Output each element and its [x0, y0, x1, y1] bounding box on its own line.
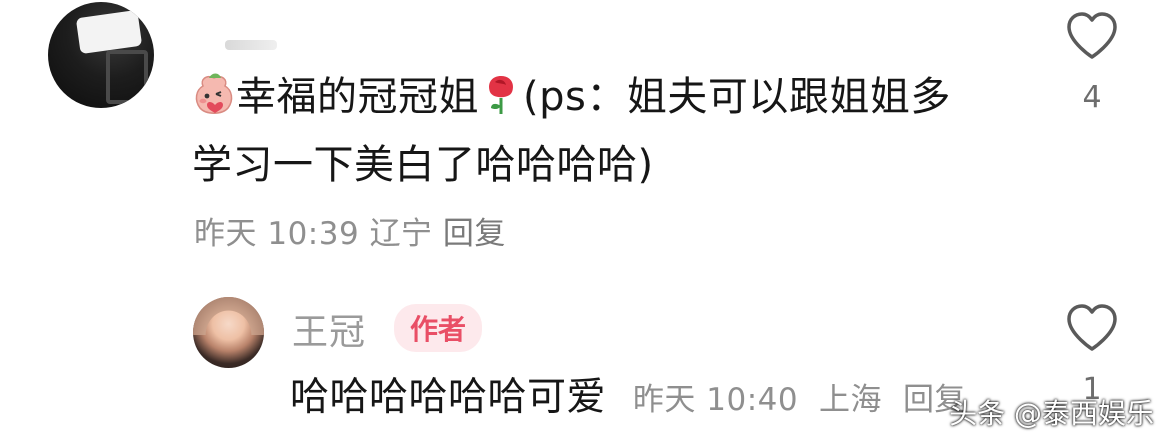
comment-like-heart-icon[interactable] [1065, 11, 1119, 61]
comment-meta: 昨天 10:39 辽宁 回复 [194, 208, 506, 253]
commenter-name-blurred [225, 40, 277, 50]
watermark: 头条 @泰西娱乐 [949, 397, 1154, 430]
comment-time: 昨天 10:39 [194, 216, 360, 252]
reply-author-name[interactable]: 王冠 [292, 303, 366, 355]
reply-location: 上海 [819, 382, 883, 418]
comment-location: 辽宁 [369, 216, 433, 252]
reply-text: 哈哈哈哈哈哈可爱 [290, 375, 607, 420]
comment-text-line2: 学习一下美白了哈哈哈哈) [192, 142, 654, 188]
reply-author-avatar[interactable] [193, 297, 264, 368]
commenter-avatar[interactable] [48, 2, 154, 108]
comment-reply-button[interactable]: 回复 [443, 216, 506, 252]
reply-time: 昨天 10:40 [632, 382, 799, 418]
rose-emoji [489, 76, 513, 114]
author-badge: 作者 [394, 304, 483, 352]
reply-like-heart-icon[interactable] [1065, 303, 1119, 353]
peach-face-emoji [195, 73, 233, 114]
comment-like-count: 4 [1082, 80, 1102, 115]
reply-text-line: 哈哈哈哈哈哈可爱 昨天 10:40 上海 回复 [290, 366, 966, 422]
comment-text-line1: 幸福的冠冠姐 (ps：姐夫可以跟姐姐多 [192, 70, 951, 124]
